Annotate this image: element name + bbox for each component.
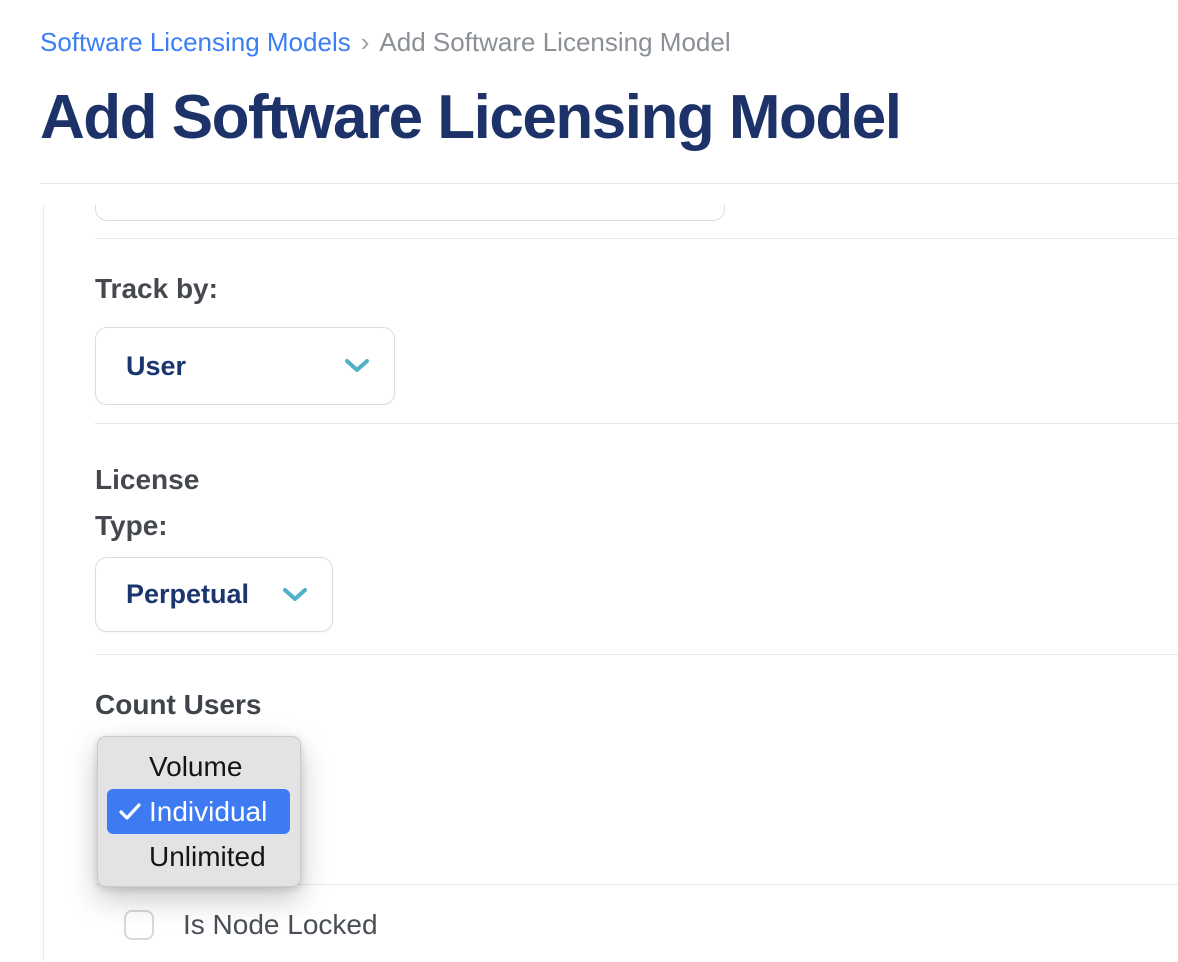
text-input-partial[interactable] — [95, 205, 725, 221]
dropdown-option-volume[interactable]: Volume — [98, 744, 300, 789]
breadcrumb: Software Licensing Models › Add Software L… — [0, 0, 1178, 58]
chevron-down-icon — [282, 586, 308, 604]
count-users-label: Count Users — [95, 687, 1178, 722]
chevron-down-icon — [344, 357, 370, 375]
license-type-label: License Type: — [95, 457, 225, 549]
form-panel: Track by: User License Type: Perpetual C… — [43, 205, 1178, 961]
dropdown-option-individual-label: Individual — [149, 796, 267, 827]
dropdown-option-individual[interactable]: Individual — [107, 789, 290, 834]
row-divider — [95, 654, 1178, 655]
row-divider — [95, 423, 1178, 424]
breadcrumb-separator: › — [361, 27, 370, 57]
is-node-locked-label: Is Node Locked — [183, 909, 378, 941]
breadcrumb-current-page: Add Software Licensing Model — [379, 27, 730, 57]
checkmark-icon — [118, 789, 142, 834]
license-type-select[interactable]: Perpetual — [95, 557, 333, 632]
track-by-label: Track by: — [95, 272, 1178, 306]
page-title: Add Software Licensing Model — [40, 84, 1178, 152]
track-by-selected-value: User — [126, 351, 186, 382]
dropdown-option-unlimited[interactable]: Unlimited — [98, 834, 300, 879]
page: Software Licensing Models › Add Software L… — [0, 0, 1178, 962]
license-type-selected-value: Perpetual — [126, 579, 249, 610]
is-node-locked-checkbox[interactable] — [124, 910, 154, 940]
is-node-locked-row[interactable]: Is Node Locked — [124, 909, 378, 941]
count-users-dropdown-menu: Volume Individual Unlimited — [97, 736, 301, 887]
track-by-select[interactable]: User — [95, 327, 395, 405]
row-divider — [95, 238, 1178, 239]
breadcrumb-link-software-licensing-models[interactable]: Software Licensing Models — [40, 27, 351, 57]
page-divider — [40, 183, 1178, 184]
